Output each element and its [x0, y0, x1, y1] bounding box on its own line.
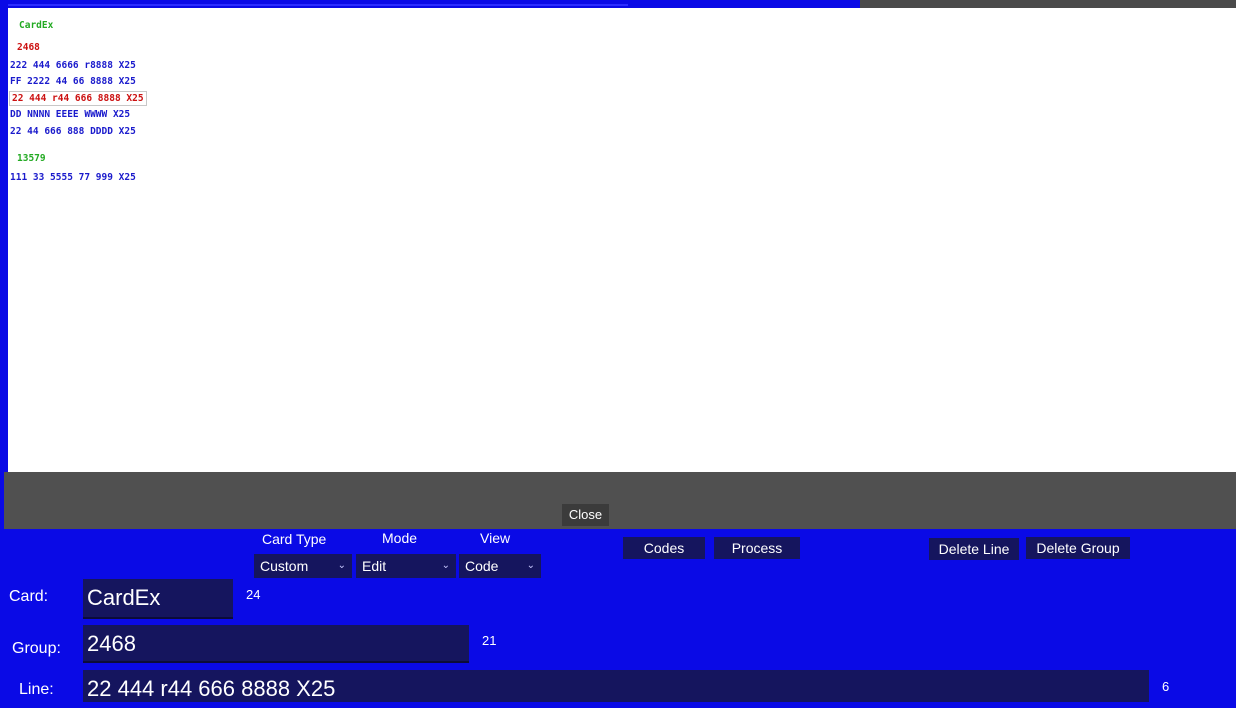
card-name-count: 24	[246, 587, 261, 602]
chevron-down-icon: ⌄	[337, 560, 346, 571]
list-item[interactable]: 222 444 6666 r8888 X25	[10, 60, 136, 71]
edit-panel: Card Type Mode View Custom ⌄ Edit ⌄ Code…	[4, 529, 1236, 702]
top-accent-line	[8, 4, 628, 6]
chevron-down-icon: ⌄	[526, 560, 535, 571]
group-header-13579[interactable]: 13579	[17, 153, 46, 164]
line-count: 6	[1162, 679, 1170, 694]
group-field[interactable]: 2468	[83, 625, 469, 663]
top-gray-segment	[860, 0, 1236, 8]
group-count: 21	[482, 633, 497, 648]
list-item[interactable]: 111 33 5555 77 999 X25	[10, 172, 136, 183]
group-field-label: Group:	[12, 640, 61, 657]
delete-group-button[interactable]: Delete Group	[1026, 537, 1130, 559]
list-item-selected[interactable]: 22 444 r44 666 8888 X25	[9, 91, 147, 106]
card-view-canvas[interactable]: CardEx 2468 222 444 6666 r8888 X25 FF 22…	[8, 8, 1236, 472]
card-type-label: Card Type	[262, 531, 327, 547]
group-header-2468[interactable]: 2468	[17, 42, 40, 53]
line-field[interactable]: 22 444 r44 666 8888 X25	[83, 670, 1149, 702]
card-type-value: Custom	[260, 558, 309, 574]
delete-line-button[interactable]: Delete Line	[929, 538, 1019, 560]
mode-value: Edit	[362, 558, 387, 574]
view-value: Code	[465, 558, 499, 574]
close-button[interactable]: Close	[562, 504, 609, 526]
line-field-label: Line:	[19, 681, 54, 698]
card-type-select[interactable]: Custom ⌄	[254, 554, 352, 578]
list-item[interactable]: 22 44 666 888 DDDD X25	[10, 126, 136, 137]
mode-select[interactable]: Edit ⌄	[356, 554, 456, 578]
view-label: View	[480, 530, 511, 546]
list-item[interactable]: FF 2222 44 66 8888 X25	[10, 76, 136, 87]
view-select[interactable]: Code ⌄	[459, 554, 541, 578]
codes-button[interactable]: Codes	[623, 537, 705, 559]
list-item[interactable]: DD NNNN EEEE WWWW X25	[10, 109, 130, 120]
card-name-field[interactable]: CardEx	[83, 579, 233, 619]
process-button[interactable]: Process	[714, 537, 800, 559]
card-field-label: Card:	[9, 588, 49, 605]
card-name-label[interactable]: CardEx	[19, 20, 53, 31]
top-strip	[0, 0, 1236, 8]
mode-label: Mode	[382, 530, 418, 546]
divider-band	[0, 472, 1236, 529]
chevron-down-icon: ⌄	[441, 560, 450, 571]
